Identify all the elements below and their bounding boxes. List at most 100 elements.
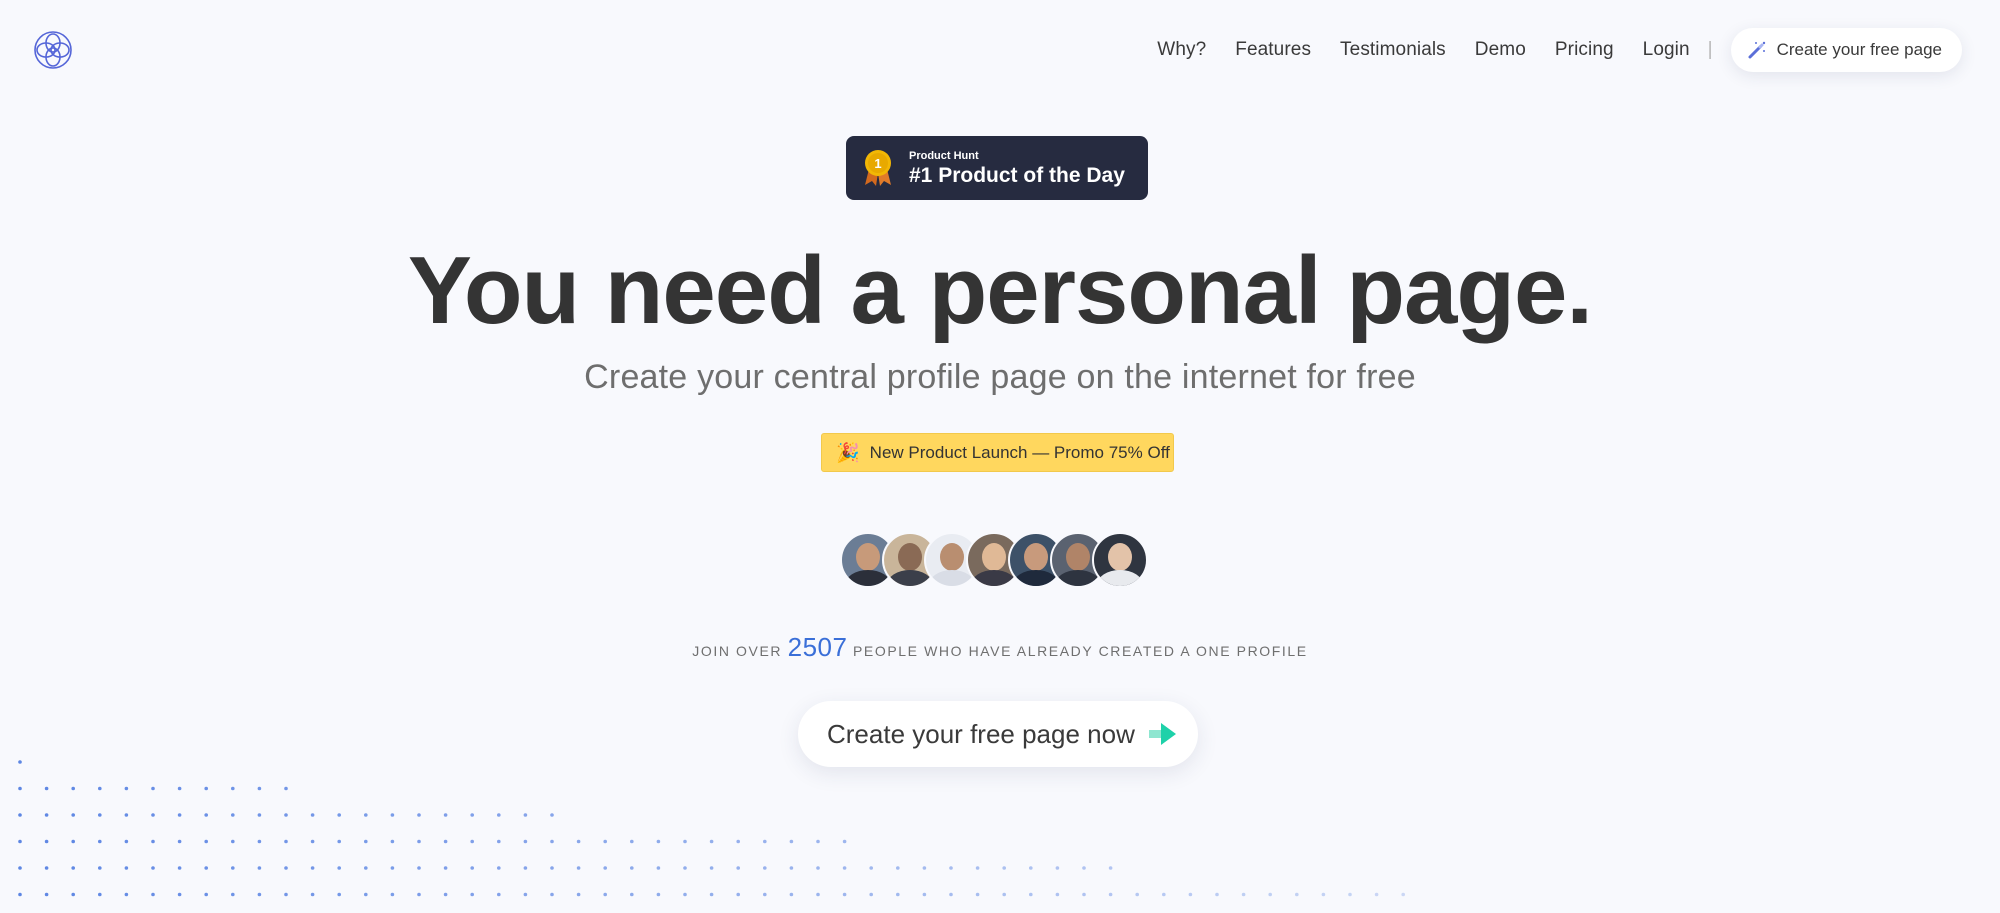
pattern-dot <box>284 892 288 897</box>
pattern-dot <box>18 839 22 844</box>
avatar <box>1092 532 1148 588</box>
pattern-dot <box>470 839 475 844</box>
pattern-dot <box>1241 892 1246 897</box>
magic-wand-icon <box>1748 41 1765 59</box>
pattern-dot <box>789 892 794 897</box>
party-popper-icon: 🎉 <box>836 442 860 464</box>
pattern-dot <box>177 892 182 897</box>
pattern-dot <box>470 866 475 870</box>
product-hunt-badge[interactable]: 1 Product Hunt #1 Product of the Day <box>846 136 1148 200</box>
pattern-dot <box>1348 892 1352 897</box>
pattern-dot <box>1268 892 1272 897</box>
pattern-dot <box>257 839 262 844</box>
pattern-dot <box>869 892 873 897</box>
pattern-dot <box>550 892 554 897</box>
pattern-dot <box>98 892 102 897</box>
pattern-dot <box>364 892 368 897</box>
pattern-dot <box>656 892 661 897</box>
pattern-dot <box>576 892 581 897</box>
logo-icon[interactable] <box>33 30 73 70</box>
pattern-dot <box>337 866 342 870</box>
pattern-dot <box>417 866 421 870</box>
header-create-page-button[interactable]: Create your free page <box>1730 28 1962 72</box>
pattern-dot <box>630 839 634 844</box>
pattern-dot <box>337 892 342 897</box>
pattern-dot <box>124 866 129 870</box>
promo-banner[interactable]: 🎉 New Product Launch — Promo 75% Off <box>821 433 1174 472</box>
pattern-dot <box>284 839 288 844</box>
pattern-dot <box>231 786 235 791</box>
hero-subtitle: Create your central profile page on the … <box>584 358 1416 396</box>
promo-label: New Product Launch — Promo 75% Off <box>869 442 1170 462</box>
pattern-dot <box>443 839 448 844</box>
pattern-dot <box>576 866 581 870</box>
pattern-dot <box>71 813 75 817</box>
pattern-dot <box>550 813 554 817</box>
pattern-dot <box>204 839 208 844</box>
pattern-dot <box>1055 892 1060 897</box>
pattern-dot <box>124 839 129 844</box>
pattern-dot <box>949 892 953 897</box>
pattern-dot <box>364 813 368 817</box>
pattern-dot <box>736 839 740 844</box>
nav-why[interactable]: Why? <box>1157 39 1206 61</box>
pattern-dot <box>204 813 208 817</box>
hero-title: You need a personal page. <box>407 237 1593 344</box>
pattern-dot <box>1002 866 1006 870</box>
pattern-dot <box>470 813 475 817</box>
pattern-dot <box>390 892 395 897</box>
pattern-dot <box>975 892 980 897</box>
pattern-dot <box>470 892 475 897</box>
product-hunt-text: Product Hunt #1 Product of the Day <box>909 148 1125 188</box>
pattern-dot <box>816 839 820 844</box>
pattern-dot <box>736 866 740 870</box>
pattern-dot <box>603 892 607 897</box>
join-prefix: JOIN OVER <box>692 643 783 659</box>
nav-testimonials[interactable]: Testimonials <box>1340 39 1446 61</box>
pattern-dot <box>44 839 49 844</box>
pattern-dot <box>177 786 182 791</box>
join-suffix: PEOPLE WHO HAVE ALREADY CREATED A ONE PR… <box>852 643 1308 659</box>
pattern-dot <box>523 813 528 817</box>
pattern-dot <box>1108 892 1113 897</box>
pattern-dot <box>1029 866 1033 870</box>
pattern-dot <box>124 813 129 817</box>
pattern-dot <box>71 786 75 791</box>
nav-login[interactable]: Login <box>1643 39 1690 61</box>
pattern-dot <box>98 786 102 791</box>
pattern-dot <box>177 866 182 870</box>
user-count: 2507 <box>787 632 848 662</box>
pattern-dot <box>204 866 208 870</box>
nav-pricing[interactable]: Pricing <box>1555 39 1614 61</box>
pattern-dot <box>576 839 581 844</box>
pattern-dot <box>709 892 714 897</box>
pattern-dot <box>151 892 155 897</box>
pattern-dot <box>364 839 368 844</box>
join-count-text: JOIN OVER 2507 PEOPLE WHO HAVE ALREADY C… <box>0 632 2000 663</box>
medal-rank: 1 <box>874 156 881 171</box>
pattern-dot <box>443 892 448 897</box>
pattern-dot <box>842 892 847 897</box>
pattern-dot <box>1029 892 1033 897</box>
pattern-dot <box>417 839 421 844</box>
pattern-dot <box>177 813 182 817</box>
pattern-dot <box>1108 866 1113 870</box>
pattern-dot <box>1295 892 1299 897</box>
nav-demo[interactable]: Demo <box>1475 39 1526 61</box>
pattern-dot <box>231 892 235 897</box>
pattern-dot <box>842 866 847 870</box>
pattern-dot <box>44 866 49 870</box>
pattern-dot <box>18 866 22 870</box>
pattern-dot <box>151 813 155 817</box>
pattern-dot <box>896 892 900 897</box>
pattern-dot <box>603 839 607 844</box>
pattern-dot <box>630 892 634 897</box>
pattern-dot <box>949 866 953 870</box>
pattern-dot <box>523 892 528 897</box>
pattern-dot <box>1215 892 1219 897</box>
pattern-dot <box>736 892 740 897</box>
pattern-dot <box>1188 892 1193 897</box>
pattern-dot <box>603 866 607 870</box>
pattern-dot <box>656 839 661 844</box>
nav-features[interactable]: Features <box>1235 39 1311 61</box>
